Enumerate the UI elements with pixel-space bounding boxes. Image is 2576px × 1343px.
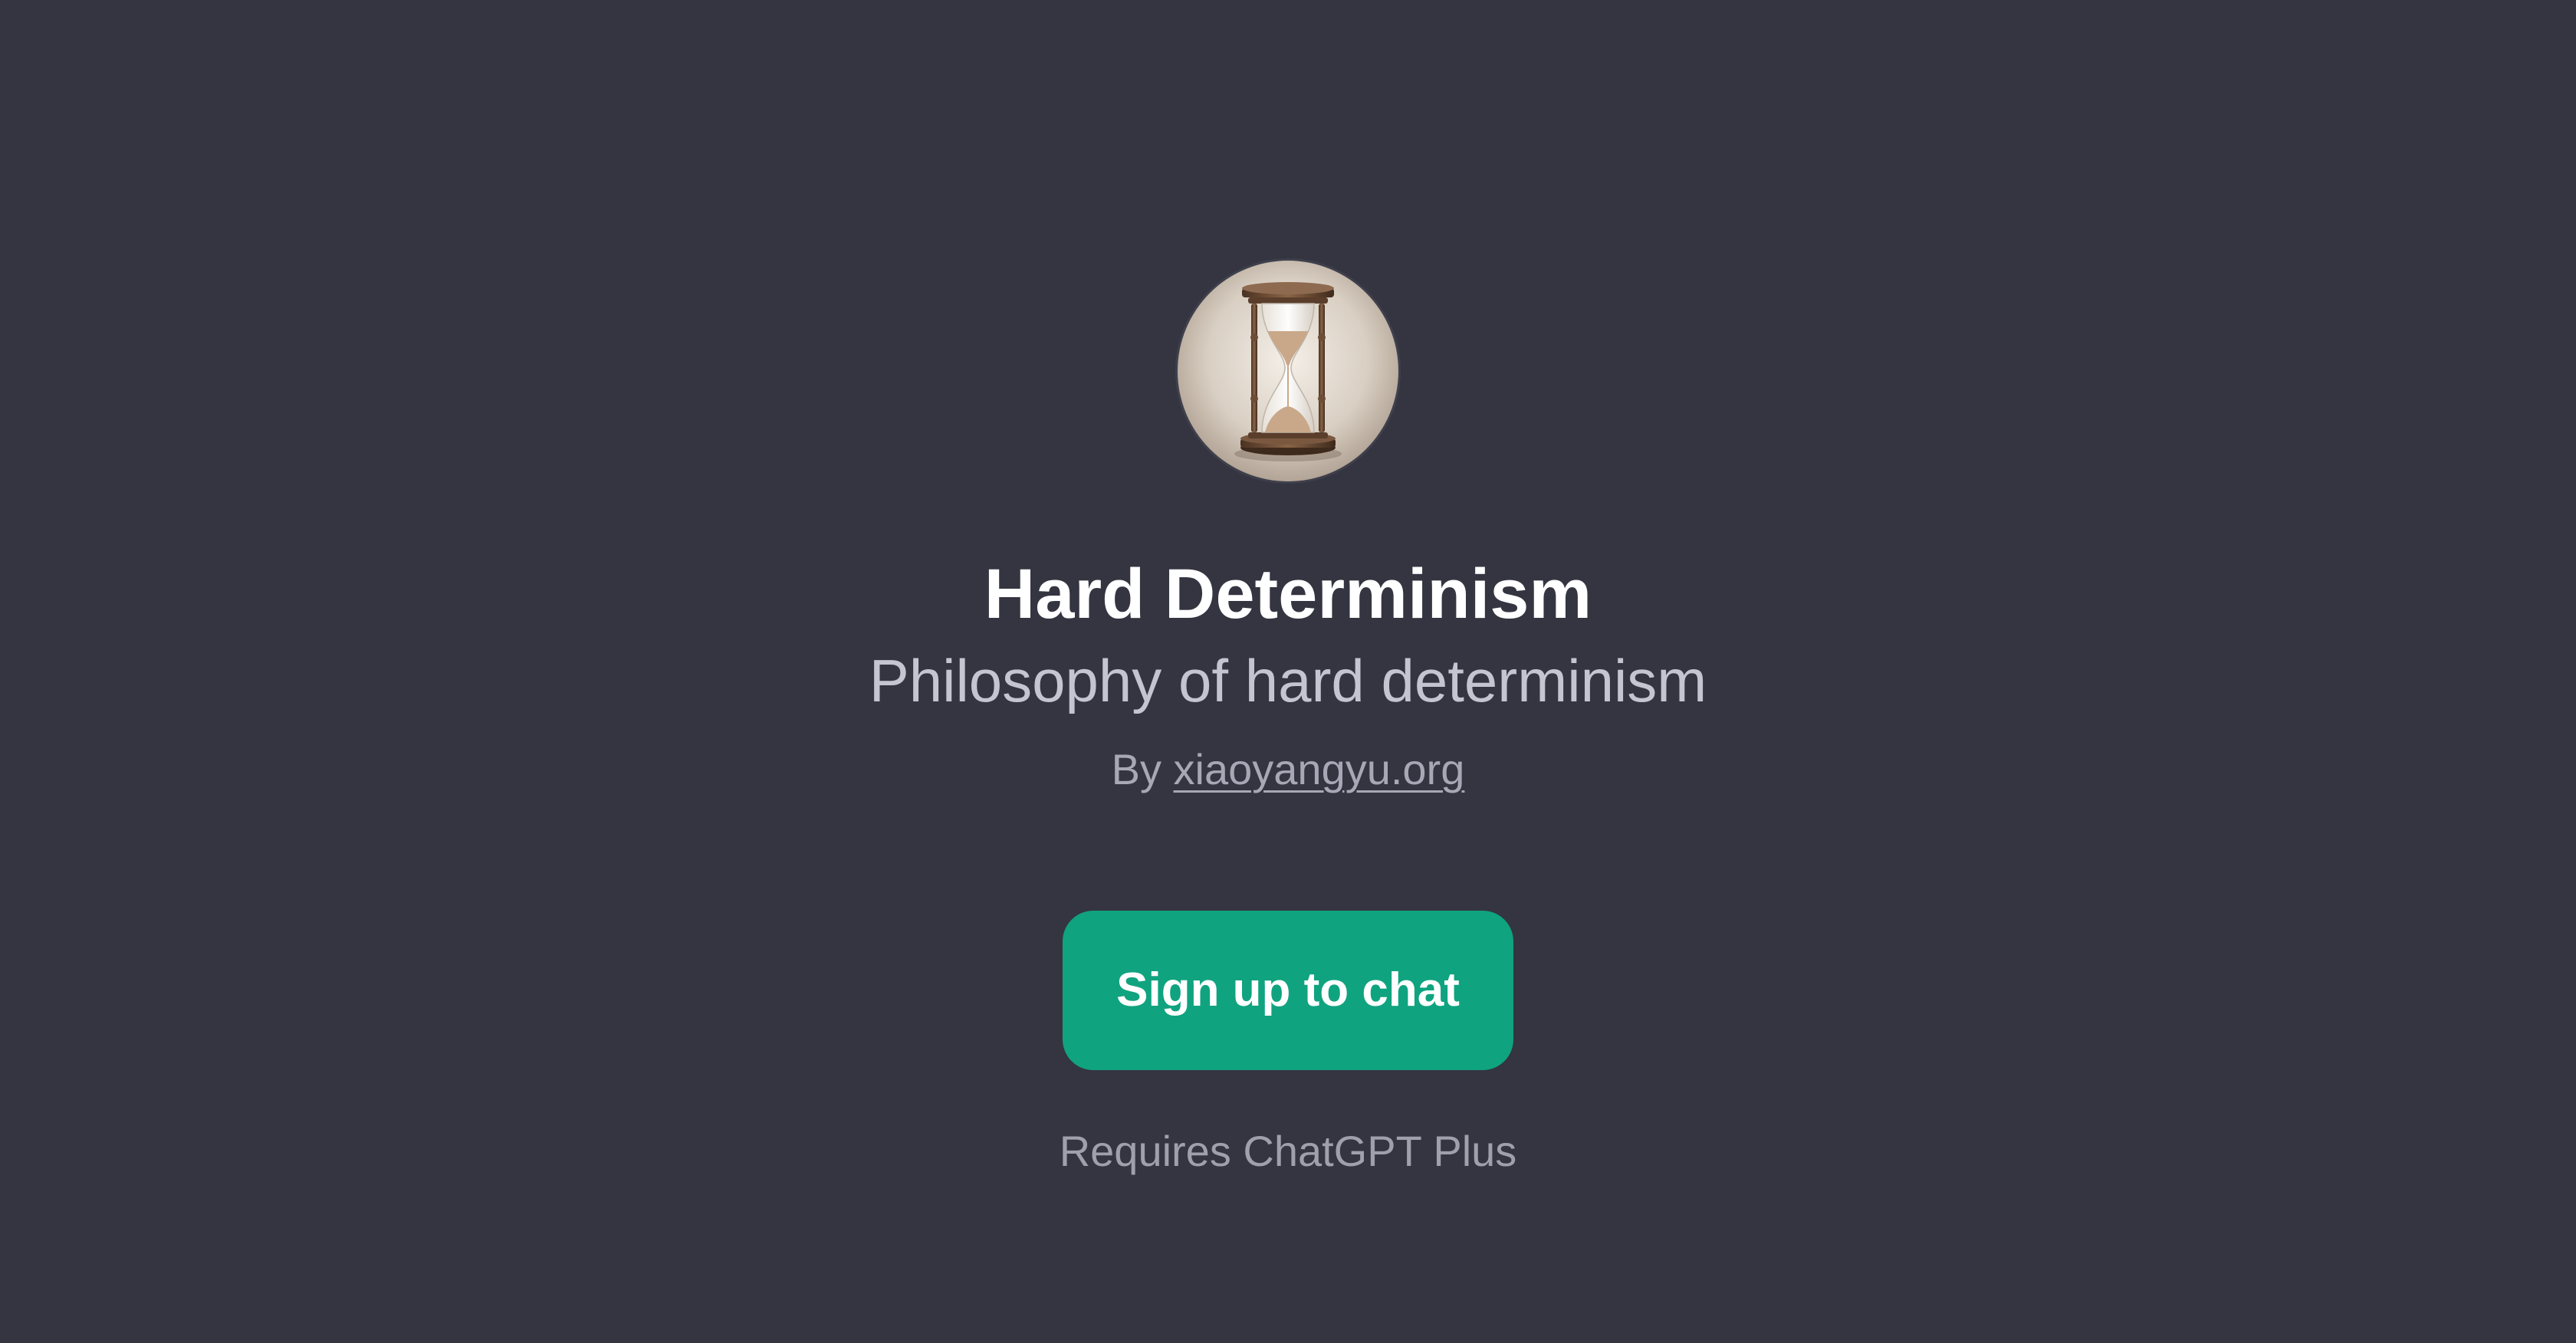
signup-button[interactable]: Sign up to chat — [1063, 911, 1513, 1070]
requirement-note: Requires ChatGPT Plus — [1059, 1127, 1517, 1175]
author-byline: By xiaoyangyu.org — [0, 742, 2576, 797]
gpt-landing-page: Hard Determinism Philosophy of hard dete… — [0, 0, 2576, 1343]
byline-prefix: By — [1111, 745, 1174, 793]
gpt-title: Hard Determinism — [984, 555, 1592, 633]
gpt-description: Philosophy of hard determinism — [869, 647, 1707, 714]
author-link[interactable]: xiaoyangyu.org — [1174, 745, 1465, 793]
gpt-avatar — [1178, 261, 1398, 481]
hourglass-icon — [1178, 261, 1398, 481]
